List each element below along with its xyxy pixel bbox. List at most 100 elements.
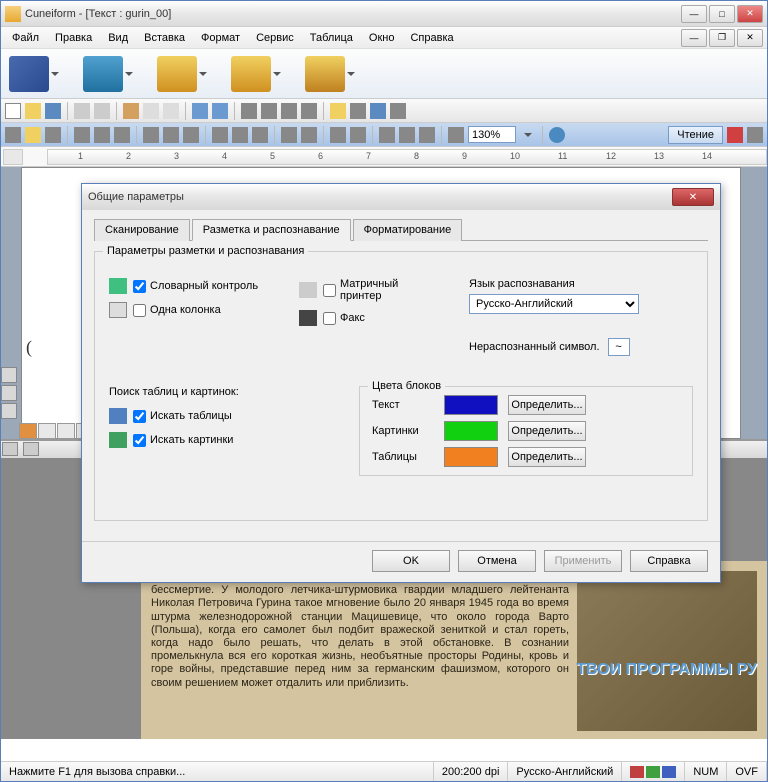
maximize-button[interactable]: □ — [709, 5, 735, 23]
search-label: Поиск таблиц и картинок: — [109, 386, 329, 398]
scanner-button[interactable] — [83, 56, 133, 92]
underline-icon[interactable] — [183, 127, 199, 143]
define-tbl-button[interactable]: Определить... — [508, 447, 586, 467]
mdi-restore-button[interactable]: ❐ — [709, 29, 735, 47]
stop-icon[interactable] — [727, 127, 743, 143]
ruler-button[interactable] — [3, 149, 23, 165]
undo-icon[interactable] — [192, 103, 208, 119]
menu-window[interactable]: Окно — [362, 30, 402, 46]
mdi-minimize-button[interactable]: — — [681, 29, 707, 47]
menu-view[interactable]: Вид — [101, 30, 135, 46]
status-ovf: OVF — [727, 762, 767, 781]
main-toolbar — [1, 49, 767, 99]
cancel-button[interactable]: Отмена — [458, 550, 536, 572]
ruler-strip[interactable]: 12 34 56 78 910 1112 1314 — [47, 149, 767, 165]
zoom-icon[interactable] — [330, 103, 346, 119]
menu-service[interactable]: Сервис — [249, 30, 301, 46]
save-icon[interactable] — [45, 103, 61, 119]
replace-icon[interactable] — [94, 127, 110, 143]
save2-icon[interactable] — [45, 127, 61, 143]
align-right-icon[interactable] — [252, 127, 268, 143]
btab-1[interactable] — [19, 423, 37, 439]
scan-nav-left[interactable] — [2, 442, 18, 456]
onecol-checkbox[interactable] — [133, 304, 146, 317]
copy-icon[interactable] — [143, 103, 159, 119]
lang-select[interactable]: Русско-Английский — [469, 294, 639, 314]
paragraph-icon[interactable] — [448, 127, 464, 143]
align-center-icon[interactable] — [232, 127, 248, 143]
open-image-button[interactable] — [157, 56, 207, 92]
tool-icon[interactable] — [350, 103, 366, 119]
vtab-1[interactable] — [1, 367, 17, 383]
new-icon[interactable] — [5, 103, 21, 119]
search-images-checkbox[interactable] — [133, 434, 146, 447]
new2-icon[interactable] — [5, 127, 21, 143]
open-icon[interactable] — [25, 103, 41, 119]
ruler: 12 34 56 78 910 1112 1314 — [1, 147, 767, 167]
bullet-icon[interactable] — [281, 127, 297, 143]
chevron-down-icon[interactable] — [524, 133, 532, 137]
cursor-icon[interactable] — [390, 103, 406, 119]
matrix-checkbox[interactable] — [323, 284, 336, 297]
italic-icon[interactable] — [163, 127, 179, 143]
merge-icon[interactable] — [301, 103, 317, 119]
scan-nav-right[interactable] — [23, 442, 39, 456]
print-icon[interactable] — [74, 103, 90, 119]
spell-checkbox[interactable] — [133, 280, 146, 293]
cut-icon[interactable] — [123, 103, 139, 119]
indent-right-icon[interactable] — [350, 127, 366, 143]
define-img-button[interactable]: Определить... — [508, 421, 586, 441]
document-text: ( — [26, 337, 32, 358]
find-icon[interactable] — [74, 127, 90, 143]
redo-icon[interactable] — [212, 103, 228, 119]
fax-checkbox[interactable] — [323, 312, 336, 325]
highlight-icon[interactable] — [399, 127, 415, 143]
minimize-button[interactable]: — — [681, 5, 707, 23]
zoom-input[interactable] — [468, 126, 516, 143]
menu-edit[interactable]: Правка — [48, 30, 99, 46]
menu-format[interactable]: Формат — [194, 30, 247, 46]
spellcheck-icon[interactable] — [114, 127, 130, 143]
indent-left-icon[interactable] — [330, 127, 346, 143]
menu-help[interactable]: Справка — [403, 30, 460, 46]
dialog-close-button[interactable]: ✕ — [672, 188, 714, 206]
color-icon[interactable] — [379, 127, 395, 143]
search-tables-checkbox[interactable] — [133, 410, 146, 423]
info-icon[interactable] — [549, 127, 565, 143]
menu-file[interactable]: Файл — [5, 30, 46, 46]
ok-button[interactable]: OK — [372, 550, 450, 572]
tab-format[interactable]: Форматирование — [353, 219, 463, 241]
tab-scan[interactable]: Сканирование — [94, 219, 190, 241]
status-dpi: 200:200 dpi — [434, 762, 509, 781]
btab-3[interactable] — [57, 423, 75, 439]
menu-insert[interactable]: Вставка — [137, 30, 192, 46]
bold-icon[interactable] — [143, 127, 159, 143]
dialog-title: Общие параметры — [88, 191, 672, 203]
number-icon[interactable] — [301, 127, 317, 143]
menu-table[interactable]: Таблица — [303, 30, 360, 46]
paste-icon[interactable] — [163, 103, 179, 119]
export-button[interactable] — [305, 56, 355, 92]
btab-2[interactable] — [38, 423, 56, 439]
view-mode-icon[interactable] — [747, 127, 763, 143]
unknown-input[interactable] — [608, 338, 630, 356]
help-button[interactable]: Справка — [630, 550, 708, 572]
vtab-2[interactable] — [1, 385, 17, 401]
mdi-close-button[interactable]: ✕ — [737, 29, 763, 47]
row-icon[interactable] — [281, 103, 297, 119]
preview-icon[interactable] — [94, 103, 110, 119]
vtab-3[interactable] — [1, 403, 17, 419]
table-icon[interactable] — [241, 103, 257, 119]
apply-button[interactable]: Применить — [544, 550, 622, 572]
col-icon[interactable] — [261, 103, 277, 119]
help-icon[interactable] — [370, 103, 386, 119]
close-button[interactable]: ✕ — [737, 5, 763, 23]
open2-icon[interactable] — [25, 127, 41, 143]
border-icon[interactable] — [419, 127, 435, 143]
tab-markup[interactable]: Разметка и распознавание — [192, 219, 351, 241]
wizard-button[interactable] — [9, 56, 59, 92]
recognize-button[interactable] — [231, 56, 281, 92]
align-left-icon[interactable] — [212, 127, 228, 143]
read-button[interactable]: Чтение — [668, 126, 723, 144]
define-text-button[interactable]: Определить... — [508, 395, 586, 415]
